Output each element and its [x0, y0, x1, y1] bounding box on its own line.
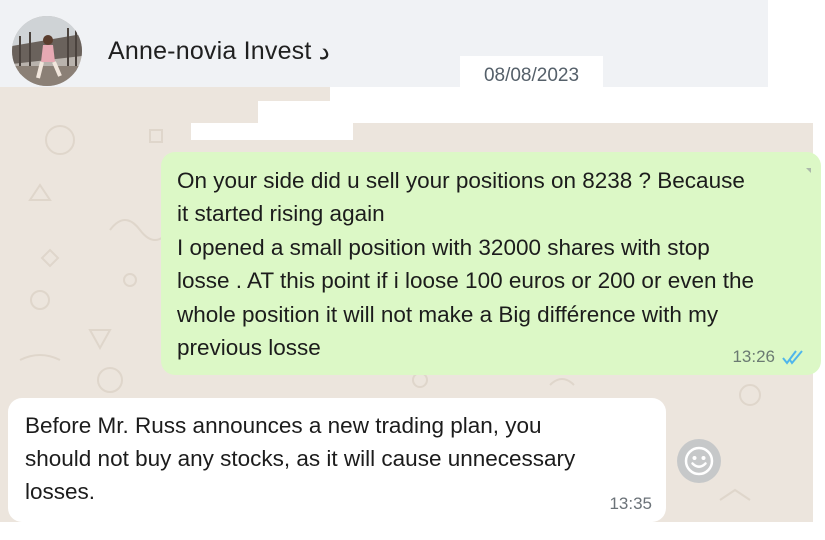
double-check-read-icon [782, 350, 803, 365]
outgoing-message-bubble[interactable]: On your side did u sell your positions o… [161, 152, 821, 375]
date-separator: 08/08/2023 [460, 56, 603, 96]
message-text: Before Mr. Russ announces a new trading … [25, 413, 576, 504]
message-menu-chevron-icon[interactable] [806, 168, 811, 173]
header-margin [768, 0, 825, 87]
overlay-strip [191, 123, 353, 140]
emoji-reaction-button[interactable] [677, 439, 721, 483]
contact-name[interactable]: Anne-novia Invest د [108, 36, 330, 66]
overlay-strip [0, 522, 825, 540]
incoming-message-bubble[interactable]: Before Mr. Russ announces a new trading … [8, 398, 666, 522]
message-meta: 13:26 [732, 347, 807, 367]
overlay-strip [258, 101, 825, 123]
message-time: 13:35 [609, 494, 652, 513]
contact-avatar[interactable] [12, 16, 82, 86]
message-time: 13:26 [732, 347, 775, 366]
message-text: On your side did u sell your positions o… [177, 168, 755, 361]
profile-photo-icon [12, 16, 82, 86]
smiley-icon [684, 446, 714, 476]
chat-header: Anne-novia Invest د [0, 0, 768, 87]
